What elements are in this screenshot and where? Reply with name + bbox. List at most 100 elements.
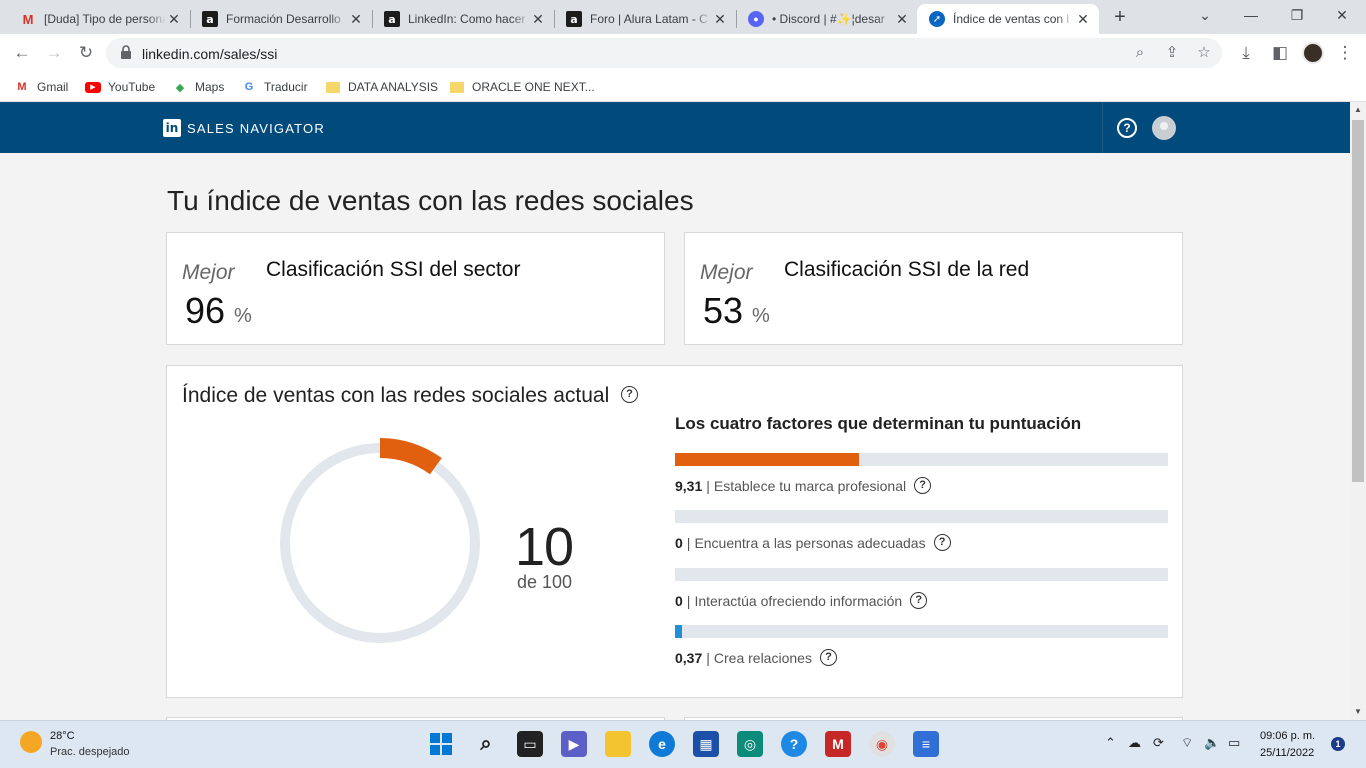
volume-icon[interactable]: 🔈 xyxy=(1204,735,1220,751)
help-app-icon[interactable]: ? xyxy=(781,731,807,757)
rank-title: Clasificación SSI del sector xyxy=(266,258,521,281)
factor-label: Establece tu marca profesional xyxy=(713,477,907,494)
notepad-icon[interactable]: ≡ xyxy=(913,731,939,757)
start-windows-icon[interactable] xyxy=(428,731,454,757)
address-bar[interactable]: linkedin.com/sales/ssi ⌕ ⇪ ☆ xyxy=(106,38,1222,68)
file-explorer-icon[interactable] xyxy=(605,731,631,757)
brand-name[interactable]: SALES NAVIGATOR xyxy=(187,121,325,136)
task-view-icon[interactable]: ▭ xyxy=(517,731,543,757)
chrome-icon[interactable]: ◉ xyxy=(869,731,895,757)
alura-icon: a xyxy=(384,11,400,27)
clock-date[interactable]: 25/11/2022 xyxy=(1260,747,1314,759)
mcafee-icon[interactable]: M xyxy=(825,731,851,757)
help-icon[interactable]: ? xyxy=(910,592,928,609)
store-icon[interactable]: ▦ xyxy=(693,731,719,757)
tab-title: Índice de ventas con l xyxy=(953,12,1070,26)
factor-label: Interactúa ofreciendo información xyxy=(694,592,903,609)
bookmark-label: YouTube xyxy=(108,80,156,94)
tab-search-chevron-icon[interactable]: ⌄ xyxy=(1193,4,1217,26)
factor-label: Encuentra a las personas adecuadas xyxy=(694,534,926,551)
factor-value: 9,31 xyxy=(675,477,703,494)
bookmark-label: DATA ANALYSIS xyxy=(348,80,439,94)
help-icon[interactable]: ? xyxy=(1117,118,1137,138)
close-icon[interactable]: ✕ xyxy=(530,11,546,27)
reload-icon[interactable]: ↻ xyxy=(74,41,98,65)
share-icon[interactable]: ⇪ xyxy=(1162,43,1182,63)
factor-line-insights: 0 | Interactúa ofreciendo información? xyxy=(675,592,928,609)
profile-avatar[interactable] xyxy=(1302,42,1324,64)
tab-foro[interactable]: a Foro | Alura Latam - C ✕ xyxy=(554,4,736,34)
close-icon[interactable]: ✕ xyxy=(166,11,182,27)
window-close-icon[interactable]: ✕ xyxy=(1330,4,1354,26)
bookmark-data-analysis[interactable]: DATA ANALYSIS xyxy=(325,77,438,97)
bookmarks-bar: M Gmail ▶ YouTube ◆ Maps G Traducir DATA… xyxy=(0,71,1366,102)
bookmark-oracle[interactable]: ORACLE ONE NEXT... xyxy=(449,77,595,97)
menu-kebab-icon[interactable]: ⋮ xyxy=(1333,41,1357,65)
clock-time[interactable]: 09:06 p. m. xyxy=(1260,730,1315,742)
scroll-up-icon[interactable]: ▲ xyxy=(1350,102,1366,118)
battery-icon[interactable]: ▭ xyxy=(1228,735,1240,751)
factor-separator: | xyxy=(706,477,710,494)
teams-chat-icon[interactable]: ▶ xyxy=(561,731,587,757)
forward-arrow-icon[interactable]: → xyxy=(42,41,66,65)
notification-badge[interactable]: 1 xyxy=(1331,737,1345,751)
wifi-icon[interactable]: ⌔ xyxy=(1181,735,1193,751)
help-icon[interactable]: ? xyxy=(621,386,638,403)
url-text[interactable]: linkedin.com/sales/ssi xyxy=(142,46,277,62)
bookmark-star-icon[interactable]: ☆ xyxy=(1194,43,1214,63)
lock-icon xyxy=(121,45,131,59)
close-icon[interactable]: ✕ xyxy=(894,11,910,27)
close-icon[interactable]: ✕ xyxy=(348,11,364,27)
close-icon[interactable]: ✕ xyxy=(1075,11,1091,27)
donut-track xyxy=(280,443,480,643)
scroll-down-icon[interactable]: ▼ xyxy=(1350,704,1366,720)
tab-linkedin-como[interactable]: a LinkedIn: Como hacer ✕ xyxy=(372,4,554,34)
user-avatar[interactable] xyxy=(1152,116,1176,140)
minimize-icon[interactable]: — xyxy=(1239,4,1263,26)
weather-description[interactable]: Prac. despejado xyxy=(50,746,130,758)
help-icon[interactable]: ? xyxy=(914,477,932,494)
weather-sun-icon[interactable] xyxy=(20,731,42,753)
scroll-thumb[interactable] xyxy=(1352,120,1364,482)
alura-icon: a xyxy=(202,11,218,27)
app-icon[interactable]: ◎ xyxy=(737,731,763,757)
bookmark-gmail[interactable]: M Gmail xyxy=(14,77,68,97)
factor-value: 0 xyxy=(675,534,683,551)
restore-icon[interactable]: ❐ xyxy=(1285,4,1309,26)
bookmark-label: Gmail xyxy=(37,80,69,94)
help-icon[interactable]: ? xyxy=(819,649,837,666)
download-icon[interactable]: ⤓ xyxy=(1234,41,1258,65)
factor-bar-people xyxy=(675,510,1168,523)
edge-icon[interactable]: e xyxy=(649,731,675,757)
bookmark-youtube[interactable]: ▶ YouTube xyxy=(85,77,155,97)
page-scrollbar[interactable]: ▲ ▼ xyxy=(1350,102,1366,720)
tab-discord[interactable]: ● • Discord | #✨¦desar ✕ xyxy=(736,4,918,34)
tab-duda[interactable]: M [Duda] Tipo de persona ✕ xyxy=(8,4,190,34)
factor-line-people: 0 | Encuentra a las personas adecuadas? xyxy=(675,534,951,551)
sync-icon[interactable]: ⟳ xyxy=(1153,735,1164,751)
linkedin-logo[interactable]: in xyxy=(163,119,181,137)
folder-icon xyxy=(449,79,465,95)
cloud-icon[interactable]: ☁ xyxy=(1128,735,1141,751)
factor-label: Crea relaciones xyxy=(713,649,812,666)
tab-formacion[interactable]: a Formación Desarrollo ✕ xyxy=(190,4,372,34)
tab-indice-ventas[interactable]: ➚ Índice de ventas con l ✕ xyxy=(917,4,1099,34)
search-icon[interactable]: ⌕ xyxy=(473,731,499,757)
bookmark-maps[interactable]: ◆ Maps xyxy=(172,77,225,97)
side-panel-icon[interactable]: ◧ xyxy=(1268,41,1292,65)
weather-temperature[interactable]: 28°C xyxy=(50,730,75,742)
factor-fill xyxy=(675,625,683,638)
zoom-icon[interactable]: ⌕ xyxy=(1130,43,1150,63)
folder-icon xyxy=(325,79,341,95)
windows-taskbar: 28°C Prac. despejado ⌕ ▭ ▶ e ▦ ◎ ? M ◉ ≡… xyxy=(0,720,1366,768)
compass-icon: ➚ xyxy=(929,11,945,27)
help-icon[interactable]: ? xyxy=(933,534,951,551)
rank-label: Mejor xyxy=(182,261,235,284)
bookmark-traducir[interactable]: G Traducir xyxy=(241,77,308,97)
new-tab-button[interactable]: + xyxy=(1110,7,1130,27)
chevron-up-icon[interactable]: ⌃ xyxy=(1105,735,1116,751)
ssi-donut-chart xyxy=(280,438,480,643)
close-icon[interactable]: ✕ xyxy=(712,11,728,27)
back-arrow-icon[interactable]: ← xyxy=(10,41,34,65)
factor-separator: | xyxy=(686,534,691,551)
